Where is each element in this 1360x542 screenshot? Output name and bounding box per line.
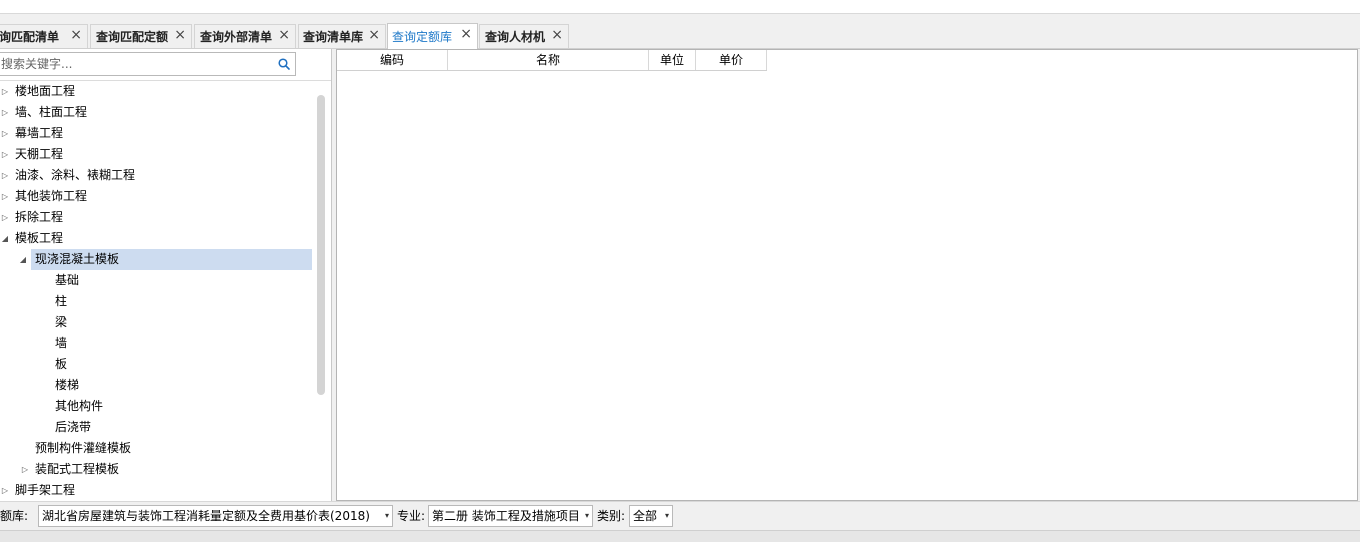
tree-item-label: 基础 <box>55 273 80 287</box>
tree-item-label: 其他构件 <box>55 399 104 413</box>
tree-item-wall-column[interactable]: ▷ 墙、柱面工程 <box>0 102 316 123</box>
expand-arrow-icon[interactable]: ▷ <box>0 207 10 228</box>
expand-arrow-icon[interactable]: ▷ <box>0 123 10 144</box>
column-header-code[interactable]: 编码 <box>337 50 448 70</box>
close-icon[interactable]: × <box>174 23 186 47</box>
close-icon[interactable]: × <box>70 23 82 47</box>
expand-arrow-icon[interactable]: ▷ <box>0 144 10 165</box>
column-header-unit[interactable]: 单位 <box>649 50 696 70</box>
category-select[interactable]: 全部 ▾ <box>629 505 673 527</box>
tree-item-label: 油漆、涂料、裱糊工程 <box>15 168 136 182</box>
quota-tree-panel: ▷ 楼地面工程 ▷ 墙、柱面工程 ▷ 幕墙工程 ▷ 天棚工程 ▷ 油漆、涂料、裱… <box>0 49 332 501</box>
tab-label: 查询匹配清单 <box>0 30 60 44</box>
tree-item-stairs[interactable]: 楼梯 <box>55 375 305 396</box>
tree-item-post-cast-strip[interactable]: 后浇带 <box>55 417 305 438</box>
expand-arrow-icon[interactable]: ▷ <box>0 165 10 186</box>
column-header-name[interactable]: 名称 <box>448 50 649 70</box>
tree-item-label: 梁 <box>55 315 68 329</box>
quota-grid-panel: 编码 名称 单位 单价 <box>336 49 1358 501</box>
tab-labor-material-machine[interactable]: 查询人材机 × <box>479 24 569 48</box>
status-bar <box>0 530 1360 542</box>
collapse-arrow-icon[interactable]: ◢ <box>0 228 10 249</box>
close-icon[interactable]: × <box>278 23 290 47</box>
tab-external-list[interactable]: 查询外部清单 × <box>194 24 296 48</box>
tree-item-label: 板 <box>55 357 68 371</box>
tree-item-slab[interactable]: 板 <box>55 354 305 375</box>
tab-bar: 查询匹配清单 × 查询匹配定额 × 查询外部清单 × 查询清单库 × 查询定额库… <box>0 14 1360 49</box>
expand-arrow-icon[interactable]: ▷ <box>0 186 10 207</box>
quota-library-value: 湖北省房屋建筑与装饰工程消耗量定额及全费用基价表(2018) <box>42 509 370 523</box>
tree-item-label: 拆除工程 <box>15 210 64 224</box>
quota-library-select[interactable]: 湖北省房屋建筑与装饰工程消耗量定额及全费用基价表(2018) ▾ <box>38 505 393 527</box>
tree-item-label: 幕墙工程 <box>15 126 64 140</box>
tab-match-list[interactable]: 查询匹配清单 × <box>0 24 88 48</box>
tab-label: 查询外部清单 <box>200 30 273 44</box>
grid-header: 编码 名称 单位 单价 <box>337 50 767 71</box>
tree-item-precast-joint-formwork[interactable]: 预制构件灌缝模板 <box>35 438 305 459</box>
expand-arrow-icon[interactable]: ▷ <box>0 102 10 123</box>
tab-label: 查询定额库 <box>392 30 453 44</box>
tree-item-label: 预制构件灌缝模板 <box>35 441 132 455</box>
expand-arrow-icon[interactable]: ▷ <box>0 480 10 501</box>
tree-item-label: 装配式工程模板 <box>35 462 120 476</box>
tab-quota-library[interactable]: 查询定额库 × <box>387 23 478 49</box>
expand-arrow-icon[interactable]: ▷ <box>0 81 10 102</box>
tree-item-label: 墙 <box>55 336 68 350</box>
category-value: 全部 <box>633 509 658 523</box>
tree-item-curtain-wall[interactable]: ▷ 幕墙工程 <box>0 123 316 144</box>
tree-item-scaffolding[interactable]: ▷ 脚手架工程 <box>0 480 316 501</box>
expand-arrow-icon[interactable]: ▷ <box>20 459 30 480</box>
tree-item-label: 脚手架工程 <box>15 483 76 497</box>
tree-item-beam[interactable]: 梁 <box>55 312 305 333</box>
search-input[interactable] <box>0 53 271 75</box>
dropdown-arrow-icon[interactable]: ▾ <box>385 506 389 526</box>
tree-item-paint[interactable]: ▷ 油漆、涂料、裱糊工程 <box>0 165 316 186</box>
quota-library-label: 定额库: <box>0 509 29 523</box>
tab-label: 查询匹配定额 <box>96 30 169 44</box>
tree-item-label: 柱 <box>55 294 68 308</box>
search-box <box>0 52 296 76</box>
major-value: 第二册 装饰工程及措施项目 <box>432 509 580 523</box>
tree-item-column[interactable]: 柱 <box>55 291 305 312</box>
tree-item-label: 墙、柱面工程 <box>15 105 88 119</box>
tree-item-wall[interactable]: 墙 <box>55 333 305 354</box>
tab-list-library[interactable]: 查询清单库 × <box>298 24 386 48</box>
tab-label: 查询人材机 <box>485 30 546 44</box>
category-label: 类别: <box>597 509 626 523</box>
tree-scrollbar-thumb[interactable] <box>317 95 325 395</box>
tree-item-other-members[interactable]: 其他构件 <box>55 396 305 417</box>
tree-item-label: 天棚工程 <box>15 147 64 161</box>
tree-item-label: 其他装饰工程 <box>15 189 88 203</box>
dropdown-arrow-icon[interactable]: ▾ <box>665 506 669 526</box>
close-icon[interactable]: × <box>460 22 472 46</box>
tab-label: 查询清单库 <box>303 30 364 44</box>
search-icon[interactable] <box>277 57 291 71</box>
collapse-arrow-icon[interactable]: ◢ <box>18 249 28 270</box>
close-icon[interactable]: × <box>368 23 380 47</box>
close-icon[interactable]: × <box>551 23 563 47</box>
tree-item-label: 模板工程 <box>15 231 64 245</box>
major-select[interactable]: 第二册 装饰工程及措施项目 ▾ <box>428 505 593 527</box>
tree-item-label: 楼梯 <box>55 378 80 392</box>
tree-item-label: 楼地面工程 <box>15 84 76 98</box>
filter-bar: 定额库: 湖北省房屋建筑与装饰工程消耗量定额及全费用基价表(2018) ▾ 专业… <box>0 501 1360 530</box>
tree-item-prefab-formwork[interactable]: ▷ 装配式工程模板 <box>20 459 305 480</box>
tree-item-floor[interactable]: ▷ 楼地面工程 <box>0 81 316 102</box>
tree-item-ceiling[interactable]: ▷ 天棚工程 <box>0 144 316 165</box>
tree-item-other-decoration[interactable]: ▷ 其他装饰工程 <box>0 186 316 207</box>
tree-item-cast-in-place-formwork[interactable]: ◢ 现浇混凝土模板 <box>20 249 312 270</box>
window-top-strip <box>0 0 1360 14</box>
dropdown-arrow-icon[interactable]: ▾ <box>585 506 589 526</box>
tab-match-quota[interactable]: 查询匹配定额 × <box>90 24 192 48</box>
tree-item-formwork[interactable]: ◢ 模板工程 <box>0 228 316 249</box>
tree-item-foundation[interactable]: 基础 <box>55 270 305 291</box>
column-header-price[interactable]: 单价 <box>696 50 767 70</box>
tree-item-label: 现浇混凝土模板 <box>35 252 120 266</box>
quota-tree: ▷ 楼地面工程 ▷ 墙、柱面工程 ▷ 幕墙工程 ▷ 天棚工程 ▷ 油漆、涂料、裱… <box>0 81 316 501</box>
tree-item-demolition[interactable]: ▷ 拆除工程 <box>0 207 316 228</box>
tree-item-label: 后浇带 <box>55 420 92 434</box>
major-label: 专业: <box>397 509 426 523</box>
